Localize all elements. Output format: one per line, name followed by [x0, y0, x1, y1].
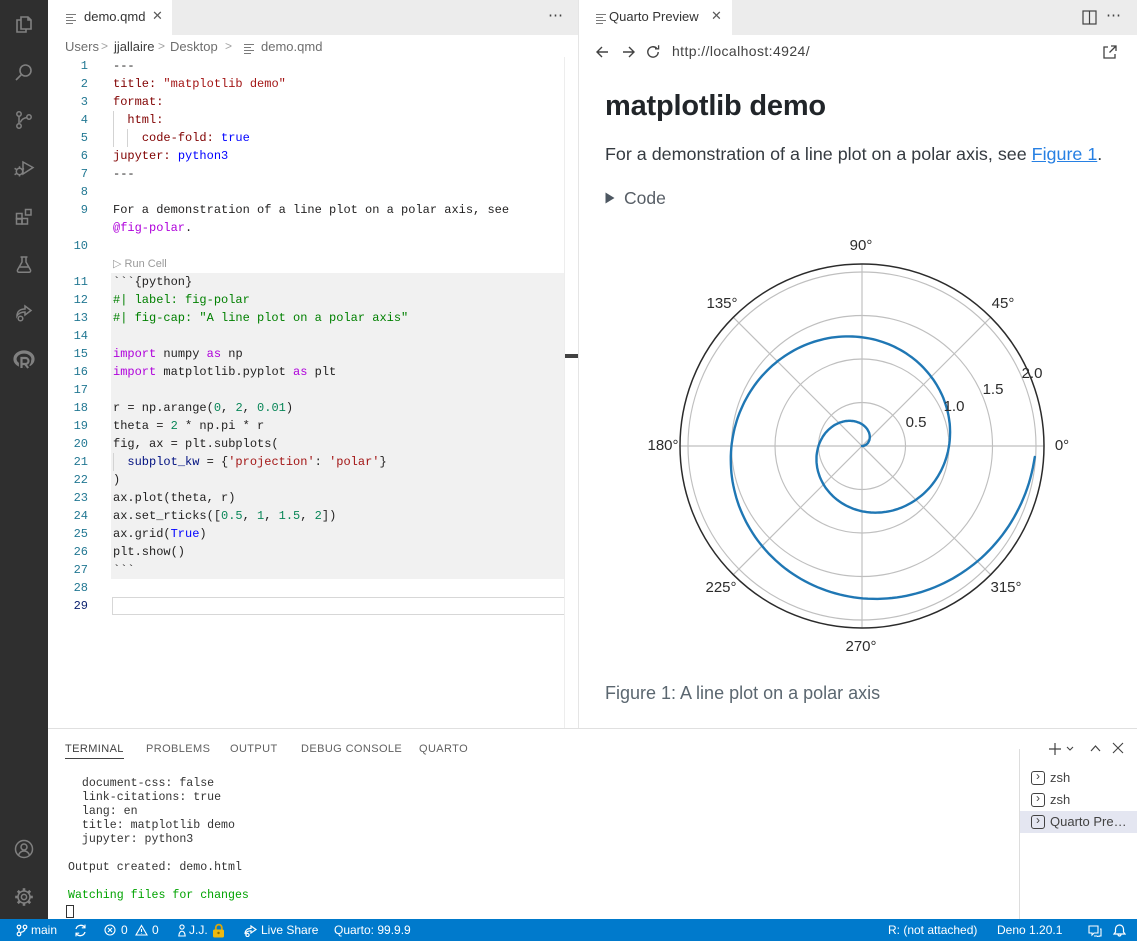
svg-text:0°: 0° — [1055, 437, 1069, 454]
svg-text:1.0: 1.0 — [944, 398, 965, 415]
svg-text:315°: 315° — [990, 579, 1021, 596]
svg-text:2.0: 2.0 — [1022, 365, 1043, 382]
svg-text:225°: 225° — [705, 579, 736, 596]
svg-text:180°: 180° — [647, 437, 678, 454]
svg-text:45°: 45° — [992, 295, 1015, 312]
svg-text:1.5: 1.5 — [983, 381, 1004, 398]
svg-text:135°: 135° — [706, 295, 737, 312]
svg-text:0.5: 0.5 — [906, 414, 927, 431]
svg-text:270°: 270° — [845, 638, 876, 655]
svg-text:90°: 90° — [850, 237, 873, 254]
